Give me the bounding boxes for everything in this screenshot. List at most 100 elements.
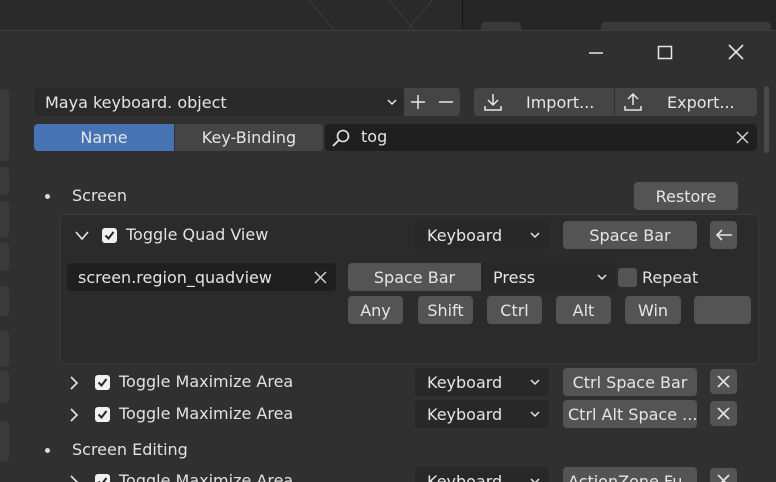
export-icon [624,92,642,111]
filter-mode-key-binding[interactable]: Key-Binding [175,124,323,151]
grid-line [401,0,441,32]
event-key-value: Space Bar [373,267,456,287]
key-binding-value: Space Bar [589,225,671,245]
input-type-value: Keyboard [427,404,503,424]
key-binding-value: Ctrl Space Bar [572,372,688,392]
modifier-shift-button[interactable]: Shift [418,296,473,324]
input-type-dropdown[interactable]: Keyboard [415,221,549,249]
remove-item-button[interactable] [710,401,737,426]
input-type-value: Keyboard [427,225,503,245]
chevron-down-icon [530,478,540,482]
close-window-button[interactable] [718,37,754,67]
export-button[interactable]: Export... [615,88,757,116]
filter-mode-name-label: Name [80,128,128,147]
item-enabled-checkbox[interactable] [95,375,110,390]
maximize-button[interactable] [647,37,683,67]
event-value-dropdown[interactable]: Press [482,263,616,291]
item-name-maximize: Toggle Maximize Area [119,372,294,391]
chevron-down-icon [530,232,540,239]
sidebar-tab[interactable] [0,167,9,195]
close-icon [717,474,730,482]
filter-mode-name[interactable]: Name [34,124,174,151]
modifier-any-button[interactable]: Any [348,296,403,324]
expand-chevron-icon[interactable] [69,407,79,423]
event-key-button[interactable]: Space Bar [348,263,481,291]
expand-chevron-icon[interactable] [69,474,79,482]
section-bullet [45,194,50,199]
key-binding-button[interactable]: Ctrl Space Bar [563,368,697,396]
modifier-alt-button[interactable]: Alt [556,296,611,324]
minimize-icon [589,52,603,54]
minimize-button[interactable] [578,37,614,67]
item-enabled-checkbox[interactable] [95,474,110,482]
modifier-ctrl-button[interactable]: Ctrl [487,296,542,324]
keymap-preset-dropdown[interactable]: Maya keyboard. object [34,88,404,116]
maximize-icon [657,45,673,60]
import-icon [484,94,502,111]
key-binding-button[interactable]: Space Bar [563,221,697,249]
close-icon [717,407,730,420]
item-enabled-checkbox[interactable] [95,407,110,422]
clear-search-icon[interactable] [736,131,749,144]
back-arrow-icon [715,229,732,241]
repeat-checkbox[interactable] [618,268,637,287]
import-label: Import... [526,92,595,112]
operator-idname-input[interactable]: screen.region_quadview [67,263,336,291]
item-name-quad-view: Toggle Quad View [126,225,269,244]
item-name-maximize: Toggle Maximize Area [119,404,294,423]
grid-line [380,0,420,32]
sidebar-tab[interactable] [0,421,9,461]
key-binding-value: ActionZone Fu... [568,471,697,482]
restore-button[interactable]: Restore [634,182,738,210]
input-type-dropdown[interactable]: Keyboard [415,467,549,482]
search-icon [332,129,350,147]
checkmark-icon [97,410,108,420]
expand-chevron-icon[interactable] [69,375,79,391]
sidebar-tab[interactable] [0,371,9,403]
modifier-alt-label: Alt [572,300,595,320]
chevron-down-icon [387,99,397,106]
checkmark-icon [104,231,115,241]
search-value: tog [361,127,388,146]
remove-item-button[interactable] [710,468,737,482]
clear-operator-icon[interactable] [314,271,327,284]
key-binding-value: Ctrl Alt Space ... [568,404,697,424]
key-binding-button[interactable]: ActionZone Fu... [563,467,697,482]
section-bullet [45,448,50,453]
sidebar-tab[interactable] [0,331,9,367]
minus-icon [439,101,453,103]
scrollbar[interactable] [764,86,769,153]
search-input[interactable]: tog [325,124,757,151]
chevron-down-icon [530,411,540,418]
sidebar-tab[interactable] [0,89,9,161]
item-enabled-checkbox[interactable] [102,228,117,243]
sidebar-tab[interactable] [0,201,9,237]
collapse-chevron-icon[interactable] [74,230,90,242]
checkmark-icon [98,477,108,482]
sidebar-tab[interactable] [0,286,9,316]
restore-label: Restore [655,186,717,206]
input-type-dropdown[interactable]: Keyboard [415,368,549,396]
filter-mode-key-binding-label: Key-Binding [201,128,297,147]
input-type-dropdown[interactable]: Keyboard [415,400,549,428]
remove-item-button[interactable] [710,369,737,394]
key-binding-button[interactable]: Ctrl Alt Space ... [563,400,697,428]
checkmark-icon [97,378,108,388]
remove-preset-button[interactable] [432,88,460,116]
close-icon [717,375,730,388]
restore-item-button[interactable] [710,221,737,249]
grid-line [300,0,340,32]
input-type-value: Keyboard [427,372,503,392]
key-modifier-button[interactable] [694,296,751,324]
modifier-win-button[interactable]: Win [625,296,681,324]
chevron-down-icon [597,274,607,281]
preferences-window: Maya keyboard. object Import... Export..… [0,30,776,482]
sidebar-tab[interactable] [0,243,9,271]
add-preset-button[interactable] [404,88,432,116]
import-button[interactable]: Import... [474,88,614,116]
section-title-screen: Screen [72,186,128,205]
keymap-preset-value: Maya keyboard. object [45,92,227,112]
repeat-label: Repeat [642,268,699,287]
input-type-value: Keyboard [427,471,503,482]
modifier-win-label: Win [637,300,669,320]
